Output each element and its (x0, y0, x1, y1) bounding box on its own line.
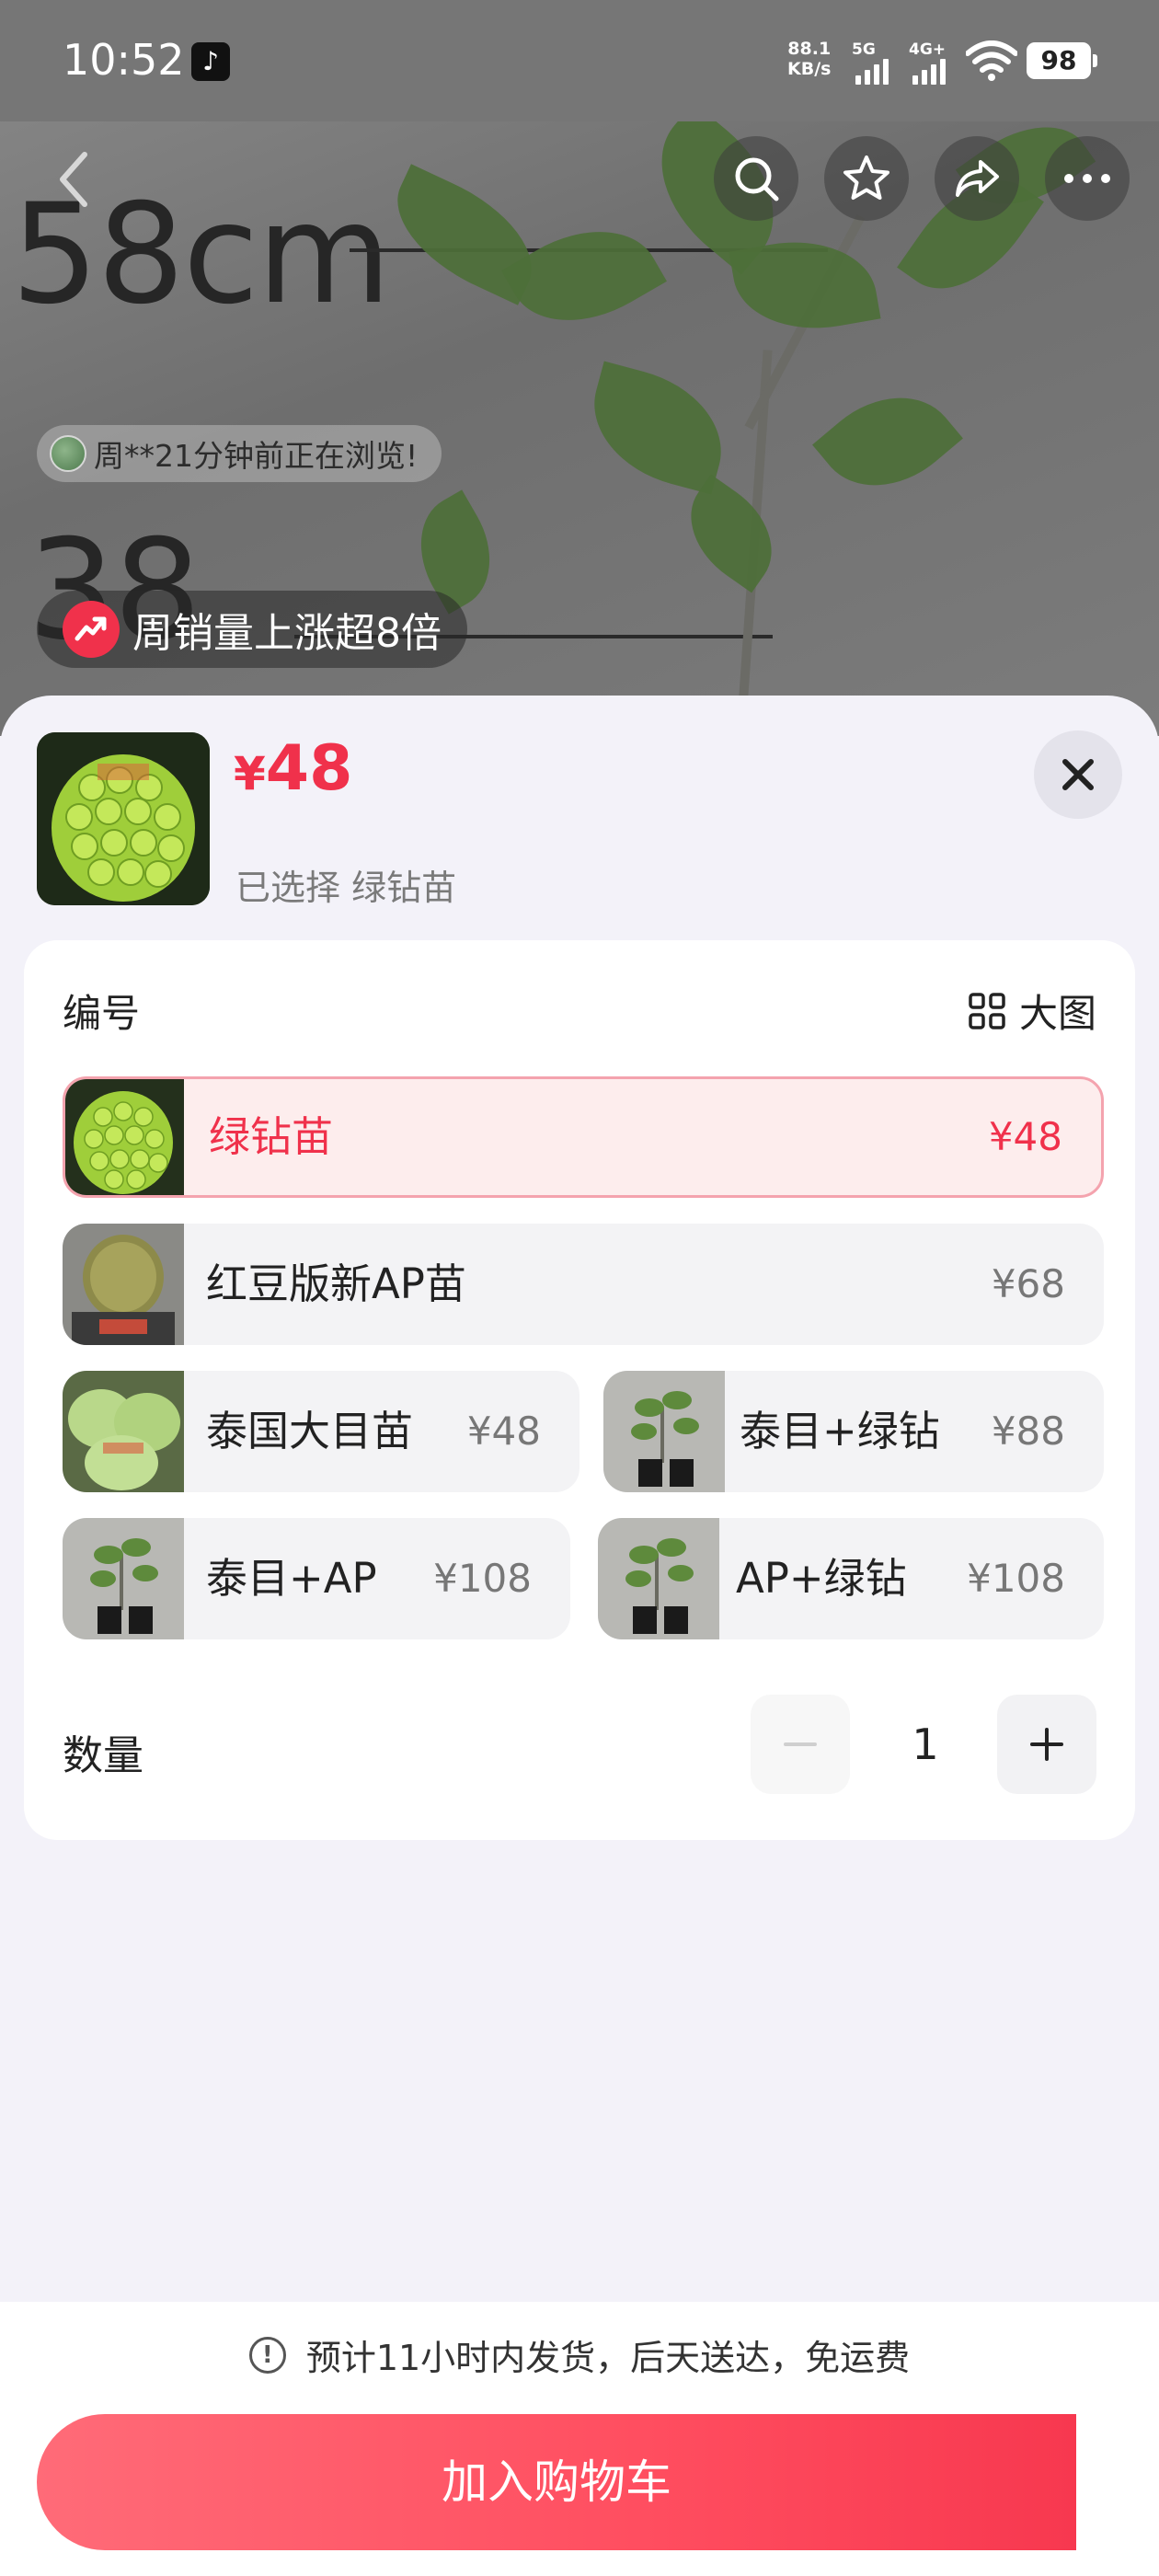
big-image-label: 大图 (1018, 991, 1096, 1036)
option-name: 泰目+绿钻 (740, 1407, 940, 1455)
shipping-info: ! 预计11小时内发货，后天送达，免运费 (0, 2329, 1159, 2380)
option-price: ¥68 (991, 1261, 1065, 1306)
tiktok-icon: ♪ (191, 42, 230, 81)
option-name: 红豆版新AP苗 (206, 1259, 466, 1308)
option-price: ¥48 (988, 1114, 1062, 1159)
option-name: 绿钻苗 (209, 1112, 334, 1161)
close-icon (1062, 759, 1094, 790)
signal-4g-icon (912, 59, 946, 85)
option-thumbnail (63, 1371, 184, 1492)
option-price: ¥108 (433, 1556, 532, 1601)
recent-viewer-text: 周**21分钟前正在浏览! (94, 438, 419, 474)
option-price: ¥108 (967, 1556, 1065, 1601)
add-to-cart-button[interactable]: 加入购物车 (37, 2414, 1076, 2550)
sku-selection-sheet: ¥48 已选择 绿钻苗 编号 大图 绿钻苗 ¥48 红豆版新AP苗 ¥68 泰国… (0, 696, 1159, 2576)
share-button[interactable] (935, 136, 1019, 221)
back-button[interactable] (37, 138, 120, 221)
option-lvzuan-seedling[interactable]: 绿钻苗 ¥48 (63, 1076, 1104, 1198)
grid-icon (969, 992, 1005, 1029)
quantity-label: 数量 (63, 1732, 143, 1779)
option-section-label: 编号 (63, 991, 141, 1036)
quantity-increase-button[interactable] (997, 1695, 1096, 1794)
selected-product-thumbnail[interactable] (37, 732, 210, 905)
quantity-value[interactable]: 1 (898, 1695, 953, 1794)
sales-trend-badge: 周销量上涨超8倍 (37, 591, 467, 668)
selected-option-text: 已选择 绿钻苗 (235, 868, 457, 908)
search-icon (735, 157, 779, 201)
option-thumbnail (598, 1518, 719, 1639)
option-name: 泰目+AP (206, 1554, 377, 1603)
signal-5g-label: 5G (852, 40, 876, 59)
options-card: 编号 大图 绿钻苗 ¥48 红豆版新AP苗 ¥68 泰国大目苗 ¥48 泰目+绿… (24, 940, 1135, 1840)
star-icon (843, 155, 889, 200)
option-thumbnail (63, 1224, 184, 1345)
big-image-toggle[interactable]: 大图 (968, 983, 1096, 1039)
battery-indicator: 98 (1027, 42, 1097, 79)
option-thai-bigeye-plus-ap[interactable]: 泰目+AP ¥108 (63, 1518, 570, 1639)
bottom-action-bar: ! 预计11小时内发货，后天送达，免运费 加入购物车 (0, 2302, 1159, 2576)
option-thai-bigeye-seedling[interactable]: 泰国大目苗 ¥48 (63, 1371, 580, 1492)
sales-trend-text: 周销量上涨超8倍 (132, 610, 442, 657)
option-ap-plus-lvzuan[interactable]: AP+绿钻 ¥108 (598, 1518, 1104, 1639)
info-icon: ! (248, 2336, 286, 2374)
option-hongdou-ap-seedling[interactable]: 红豆版新AP苗 ¥68 (63, 1224, 1104, 1345)
minus-icon (784, 1742, 817, 1746)
search-button[interactable] (714, 136, 798, 221)
signal-4g-label: 4G+ (909, 40, 947, 59)
option-name: 泰国大目苗 (206, 1407, 414, 1455)
favorite-button[interactable] (824, 136, 909, 221)
avatar (50, 435, 86, 472)
wifi-icon (966, 40, 1017, 81)
option-name: AP+绿钻 (736, 1554, 907, 1603)
clock: 10:52 (63, 35, 185, 85)
close-button[interactable] (1034, 730, 1122, 819)
option-price: ¥88 (991, 1409, 1065, 1454)
option-thumbnail (63, 1518, 184, 1639)
shipping-text: 预计11小时内发货，后天送达，免运费 (305, 2338, 911, 2378)
quantity-decrease-button[interactable] (751, 1695, 850, 1794)
share-icon (956, 160, 999, 197)
signal-5g-icon (855, 59, 889, 85)
more-dots-icon (1064, 174, 1110, 183)
option-thumbnail (65, 1079, 184, 1195)
more-button[interactable] (1045, 136, 1130, 221)
option-thai-bigeye-plus-lvzuan[interactable]: 泰目+绿钻 ¥88 (603, 1371, 1104, 1492)
network-speed: 88.1 KB/s (787, 39, 832, 79)
trend-up-icon (63, 601, 120, 658)
option-thumbnail (603, 1371, 725, 1492)
plus-icon (1030, 1728, 1063, 1761)
selected-price: ¥48 (234, 732, 353, 805)
recent-viewer-notice: 周**21分钟前正在浏览! (37, 425, 442, 482)
option-price: ¥48 (466, 1409, 541, 1454)
chevron-left-icon (60, 152, 87, 207)
status-bar: 10:52 ♪ 88.1 KB/s 5G 4G+ 98 (0, 0, 1159, 121)
